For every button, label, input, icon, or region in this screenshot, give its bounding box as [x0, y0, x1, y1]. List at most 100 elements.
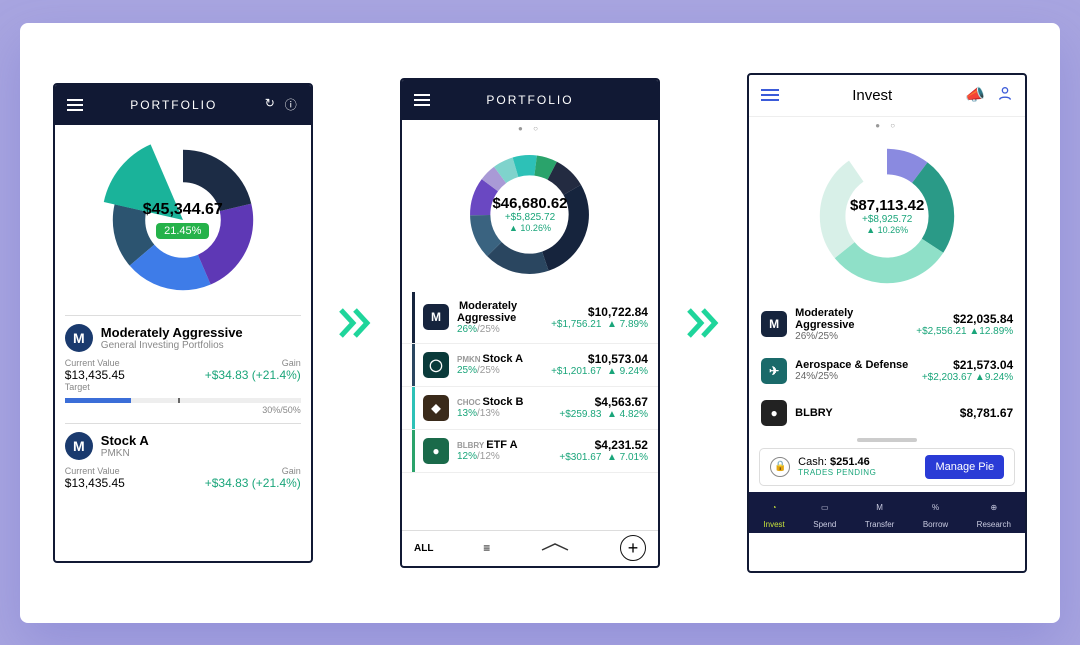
nav-research[interactable]: ⊕Research [977, 498, 1011, 529]
nav-invest[interactable]: ◔Invest [763, 498, 784, 529]
portfolio-gain: +$5,825.72 [492, 212, 567, 223]
invest-donut-chart[interactable]: $87,113.42 +$8,925.72 ▲ 10.26% [749, 134, 1025, 299]
comparison-stage: PORTFOLIO ↻ ⓘ $45,344.67 21.45% M [20, 23, 1060, 623]
target-value: 30%/50% [262, 405, 301, 415]
holding-name: CHOCStock B [457, 396, 551, 408]
nav-transfer[interactable]: MTransfer [865, 498, 895, 529]
holding-row[interactable]: ✈ Aerospace & Defense 24%/25% $21,573.04… [749, 350, 1025, 392]
holding-name: Moderately Aggressive [101, 325, 243, 340]
phone-screen-2: PORTFOLIO ● ○ $46,680.62 +$5,825.72 ▲ 10… [400, 78, 660, 568]
holding-subtitle: General Investing Portfolios [101, 340, 243, 351]
gain-value: +$34.83 (+21.4%) [205, 368, 301, 382]
holding-gain: +$301.67 ▲ 7.01% [559, 452, 648, 463]
portfolio-total: $45,344.67 [143, 201, 223, 219]
holding-gain: +$2,203.67 ▲9.24% [922, 372, 1013, 383]
holding-row[interactable]: ◆ CHOCStock B 13%/13% $4,563.67 +$259.83… [402, 387, 658, 430]
holding-name: PMKNStock A [457, 353, 543, 365]
holding-value: $4,231.52 [559, 438, 648, 452]
holding-gain: +$2,556.21 ▲12.89% [916, 326, 1013, 337]
header-title: Invest [852, 87, 892, 104]
holding-row[interactable]: M Moderately Aggressive 26%/25% $22,035.… [749, 299, 1025, 350]
announce-icon[interactable]: 📣 [965, 85, 985, 106]
phone-screen-1: PORTFOLIO ↻ ⓘ $45,344.67 21.45% M [53, 83, 313, 563]
transfer-icon: M [870, 498, 890, 518]
menu-icon[interactable] [761, 89, 779, 101]
holding-pct: 26%/25% [795, 331, 908, 342]
holding-value: $22,035.84 [916, 312, 1013, 326]
portfolio-donut-chart[interactable]: $45,344.67 21.45% [55, 125, 311, 315]
holding-row[interactable]: ◯ PMKNStock A 25%/25% $10,573.04 +$1,201… [402, 344, 658, 387]
cash-row: 🔒 Cash: $251.46 TRADES PENDING Manage Pi… [759, 448, 1015, 486]
holding-pct: 24%/25% [795, 371, 914, 382]
refresh-icon[interactable]: ↻ [265, 96, 277, 113]
info-icon[interactable]: ⓘ [285, 96, 299, 113]
portfolio-donut-chart[interactable]: $46,680.62 +$5,825.72 ▲ 10.26% [402, 137, 658, 292]
holding-name: Aerospace & Defense [795, 359, 914, 371]
arrow-icon [686, 308, 722, 338]
portfolio-pct: ▲ 10.26% [492, 223, 567, 233]
holdings-list: M Moderately Aggressive 26%/25% $22,035.… [749, 299, 1025, 434]
holding-row[interactable]: ● BLBRY $8,781.67 [749, 392, 1025, 434]
holding-value: $10,722.84 [551, 305, 648, 319]
current-value: $13,435.45 [65, 368, 125, 382]
holding-row[interactable]: M Moderately Aggressive 26%/25% $10,722.… [402, 292, 658, 344]
holding-pct: 12%/12% [457, 451, 551, 462]
page-dots[interactable]: ● ○ [402, 120, 658, 137]
nav-spend[interactable]: ▭Spend [813, 498, 836, 529]
profile-icon[interactable] [997, 85, 1013, 106]
header-bar: Invest 📣 [749, 75, 1025, 117]
invest-icon: ◔ [764, 498, 784, 518]
holding-icon: ● [423, 438, 449, 464]
holding-value: $8,781.67 [960, 406, 1013, 420]
collapse-icon[interactable] [540, 539, 570, 557]
holding-pct: 25%/25% [457, 365, 543, 376]
holding-gain: +$1,201.67 ▲ 9.24% [551, 366, 648, 377]
page-dots[interactable]: ● ○ [749, 117, 1025, 134]
holding-name: BLBRYETF A [457, 439, 551, 451]
holding-gain: +$259.83 ▲ 4.82% [559, 409, 648, 420]
manage-pie-button[interactable]: Manage Pie [925, 455, 1004, 479]
m-logo-icon: M [65, 432, 93, 460]
holding-gain: +$1,756.21 ▲ 7.89% [551, 319, 648, 330]
filter-all[interactable]: ALL [414, 543, 433, 554]
holding-icon: M [761, 311, 787, 337]
portfolio-total: $46,680.62 [492, 195, 567, 212]
portfolio-pct-badge: 21.45% [156, 223, 209, 239]
research-icon: ⊕ [984, 498, 1004, 518]
holding-pct: 13%/13% [457, 408, 551, 419]
bottom-nav: ◔Invest ▭Spend MTransfer %Borrow ⊕Research [749, 492, 1025, 533]
nav-borrow[interactable]: %Borrow [923, 498, 948, 529]
invest-gain: +$8,925.72 [850, 214, 924, 225]
holding-card[interactable]: M Stock A PMKN Current ValueGain $13,435… [65, 423, 301, 498]
lock-icon: 🔒 [770, 457, 790, 477]
holding-card[interactable]: M Moderately Aggressive General Investin… [65, 315, 301, 423]
bottom-toolbar: ALL ≡ + [402, 530, 658, 566]
holding-value: $4,563.67 [559, 395, 648, 409]
header-bar: PORTFOLIO ↻ ⓘ [55, 85, 311, 125]
header-title: PORTFOLIO [83, 98, 265, 112]
target-slider[interactable] [65, 398, 301, 403]
menu-icon[interactable] [414, 94, 430, 106]
menu-icon[interactable] [67, 99, 83, 111]
holding-icon: ✈ [761, 358, 787, 384]
holding-name: Moderately Aggressive [457, 300, 543, 324]
holdings-list: M Moderately Aggressive General Investin… [55, 315, 311, 498]
phone-screen-3: Invest 📣 ● ○ $87,113.42 +$8,925.72 ▲ 10.… [747, 73, 1027, 573]
cash-label: Cash: $251.46 [798, 456, 876, 468]
add-button[interactable]: + [620, 535, 646, 561]
spend-icon: ▭ [815, 498, 835, 518]
header-title: PORTFOLIO [430, 93, 630, 107]
sort-icon[interactable]: ≡ [483, 541, 490, 555]
current-value: $13,435.45 [65, 476, 125, 490]
holding-ticker: PMKN [101, 448, 149, 459]
holding-value: $21,573.04 [922, 358, 1013, 372]
holding-row[interactable]: ● BLBRYETF A 12%/12% $4,231.52 +$301.67 … [402, 430, 658, 473]
invest-pct: ▲ 10.26% [850, 225, 924, 235]
holding-name: Moderately Aggressive [795, 307, 908, 331]
invest-total: $87,113.42 [850, 197, 924, 214]
holding-icon: ◆ [423, 395, 449, 421]
drag-handle[interactable] [857, 438, 917, 442]
header-bar: PORTFOLIO [402, 80, 658, 120]
holding-pct: 26%/25% [457, 324, 543, 335]
holding-name: Stock A [101, 433, 149, 448]
